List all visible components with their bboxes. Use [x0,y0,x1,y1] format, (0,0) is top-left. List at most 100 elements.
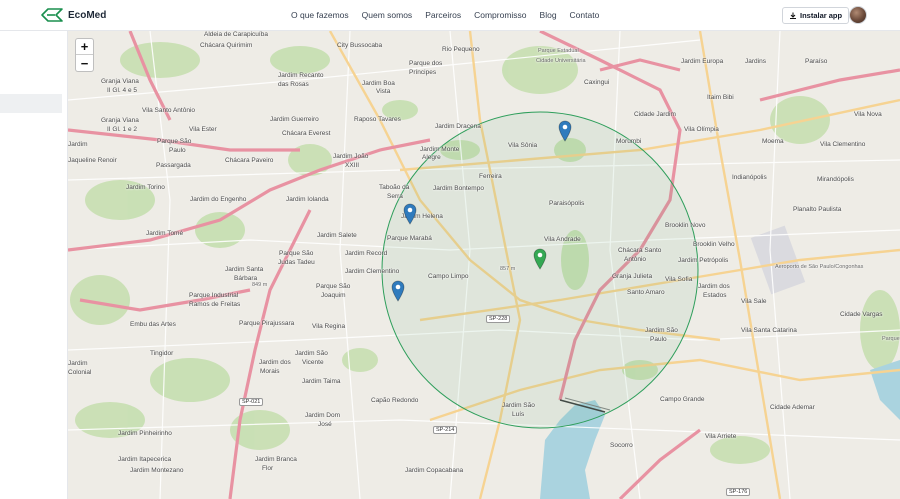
map-place-label: Parque São [157,138,192,145]
map-place-label: Jardim dos [259,359,291,366]
map-place-label: II Gl. 4 e 5 [107,87,137,94]
map-place-label: Morais [260,368,280,375]
map-place-label: Vila Santa Catarina [741,327,797,334]
map-place-label: Jardim Petrópolis [678,257,729,264]
map-place-label: Jardim Bontempo [433,185,484,192]
map-place-label: Ramos de Freitas [189,301,241,308]
map-place-label: Indianópolis [732,174,767,181]
map-place-label: Vila Santo Antônio [142,107,196,114]
map-place-label: Jardim Santa [225,266,264,273]
road-shield-label: SP-021 [239,398,264,406]
map-place-label: Jardim Iolanda [286,196,329,203]
map-place-label: XXIII [345,162,360,169]
map-place-label: Jardim João [333,153,369,160]
brand-name: EcoMed [68,9,107,21]
road-shield-label: SP-228 [486,315,511,323]
brand-logo[interactable]: EcoMed [40,8,106,22]
map-place-label: Judas Tadeu [278,259,315,266]
map-place-label: Taboão da [379,184,410,191]
map-place-label: Jardim Copacabana [405,467,464,474]
sidebar-item-active[interactable] [0,94,62,113]
map-view[interactable]: + − Aldeia de Carapicuíba Chácara Quirimi… [68,31,900,499]
map-place-label: Cidade Ademar [770,404,815,411]
map-place-label: Campo Grande [660,396,705,403]
map-place-label: Chácara Paveiro [225,157,274,164]
map-place-label: Jardim São [645,327,678,334]
map-place-label: Itaim Bibi [707,94,734,101]
map-place-label: Parque Marabá [387,235,432,242]
map-place-label: Brooklin Novo [665,222,706,229]
map-place-label: Mirandópolis [817,176,854,183]
map-place-label: Paulo [650,336,667,343]
map-place-label: Jardim Torino [126,184,165,191]
map-place-label: Luís [512,411,525,418]
map-place-label: Parque São [279,250,314,257]
map-place-label: Chácara Everest [282,130,331,137]
map-place-label: Jardim Taima [302,378,341,385]
zoom-in-button[interactable]: + [76,39,93,55]
user-avatar[interactable] [849,6,867,24]
map-place-label: Colonial [68,369,92,376]
map-place-label: Rio Pequeno [442,46,480,53]
map-place-label: II Gl. 1 e 2 [107,126,137,133]
nav-parceiros[interactable]: Parceiros [425,10,461,20]
map-place-label: Jardim Dom [305,412,341,419]
zoom-out-button[interactable]: − [76,55,93,71]
map-feature-label: 857 m [500,266,516,272]
map-place-label: Socorro [610,442,633,449]
leaf-logo-icon [41,8,63,22]
map-place-label: Morumbi [616,138,642,145]
map-place-label: Jardim São [502,402,535,409]
nav-compromisso[interactable]: Compromisso [474,10,526,20]
map-place-label: Vicente [302,359,324,366]
map-place-label: Caxingui [584,79,610,86]
map-place-label: das Rosas [278,81,309,88]
map-place-label: Paulo [169,147,186,154]
map-place-label: Jaqueline Renoir [68,157,117,164]
map-place-label: Raposo Tavares [354,116,401,123]
map-place-label: Jardim Pinheirinho [118,430,172,437]
map-place-label: Jardim Clementino [345,268,400,275]
map-place-label: Chácara Quirimim [200,42,253,49]
map-place-label: City Bussocaba [337,42,383,49]
map-place-label: Capão Redondo [371,397,419,404]
map-place-label: Vila Sale [741,298,767,305]
map-place-label: Jardim Branca [255,456,297,463]
map-place-label: Antônio [624,256,647,263]
map-place-label: Vila Ester [189,126,217,133]
map-place-label: Vila Nova [854,111,882,118]
map-place-label: Parque Industrial [189,292,239,299]
zoom-control: + − [75,38,94,72]
map-place-label: Parque Pirajussara [239,320,295,327]
map-place-label: Jardim São [295,350,328,357]
map-feature-label: Parque Estadual [538,48,579,54]
map-place-label: Joaquim [321,292,346,299]
map-place-label: Vila Andrade [544,236,581,243]
map-place-label: Moema [762,138,784,145]
map-place-label: Embu das Artes [130,321,176,328]
map-place-label: Jardim Guerreiro [270,116,319,123]
map-place-label: Chácara Santo [618,247,662,254]
map-place-label: Bárbara [234,275,258,282]
map-place-label: Jardim Salete [317,232,357,239]
map-place-label: Cidade Jardim [634,111,676,118]
nav-o-que-fazemos[interactable]: O que fazemos [291,10,349,20]
map-place-label: Vila Olímpia [684,126,719,133]
map-feature-label: Aeroporto de São Paulo/Congonhas [775,264,864,270]
nav-contato[interactable]: Contato [570,10,600,20]
nav-blog[interactable]: Blog [540,10,557,20]
nav-quem-somos[interactable]: Quem somos [362,10,413,20]
map-place-label: Jardim dos [698,283,730,290]
map-place-label: Estados [703,292,727,299]
map-place-label: Granja Viana [101,78,139,85]
map-place-label: Granja Julieta [612,273,653,280]
main-nav: O que fazemos Quem somos Parceiros Compr… [291,10,599,20]
map-place-label: Parque São [316,283,351,290]
map-feature-label: Parque do Ibirapuera [882,336,900,342]
install-app-button[interactable]: Instalar app [782,7,850,24]
road-shield-label: SP-176 [726,488,751,496]
map-place-label: Tingidor [150,350,174,357]
map-place-label: Santo Amaro [627,289,665,296]
map-place-label: Parque dos [409,60,443,67]
map-place-label: Vila Arriete [705,433,737,440]
